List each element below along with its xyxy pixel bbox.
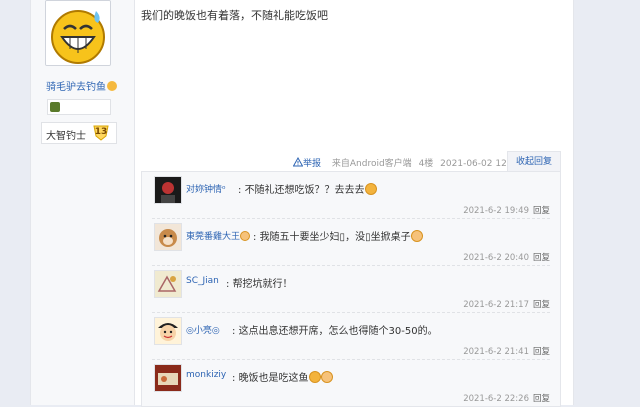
- level-name: 大智钓士: [46, 131, 86, 142]
- reply-avatar[interactable]: [154, 176, 182, 204]
- reply-item: SC_Jian : 帮挖坑就行！ 2021-6-2 21:17 回复: [152, 266, 550, 313]
- reply-avatar[interactable]: [154, 317, 182, 345]
- post-tail: 举报 来自Android客户端 4楼 2021-06-02 12:43: [293, 156, 525, 169]
- reply-text: : 晚饭也是吃这鱼: [232, 369, 333, 384]
- smile-emoji-icon: [410, 230, 423, 242]
- user-avatar-icon: [155, 177, 181, 203]
- drawing-avatar-icon: [155, 271, 181, 297]
- reply-avatar[interactable]: [154, 364, 182, 392]
- reply-username[interactable]: 東莞番雞大王: [186, 229, 251, 242]
- report-label[interactable]: 举报: [303, 159, 321, 169]
- reply-username[interactable]: monkiziy: [186, 370, 226, 380]
- reply-meta: 2021-6-2 20:40 回复: [463, 253, 550, 263]
- reply-avatar[interactable]: [154, 223, 182, 251]
- reply-meta: 2021-6-2 21:41 回复: [463, 347, 550, 357]
- reply-button[interactable]: 回复: [533, 253, 550, 263]
- reply-item: ◎小亮◎ : 这点出息还想开席，怎么也得随个30-50的。 2021-6-2 2…: [152, 313, 550, 360]
- badge-emoji-icon: [240, 231, 251, 241]
- reply-avatar[interactable]: [154, 270, 182, 298]
- reply-item: monkiziy : 晚饭也是吃这鱼 2021-6-2 22:26 回复: [152, 360, 550, 406]
- laughing-face-icon: [46, 1, 110, 65]
- level-number: 13: [94, 127, 108, 137]
- reply-item: 東莞番雞大王 : 我随五十要坐少妇▯，没▯坐掀桌子 2021-6-2 20:40…: [152, 219, 550, 266]
- author-level[interactable]: 大智钓士 13: [41, 122, 117, 144]
- report-link[interactable]: 举报: [293, 157, 328, 169]
- level-badge: 13: [92, 124, 110, 141]
- author-badge-bar: [47, 99, 111, 115]
- collapse-replies-button[interactable]: 收起回复: [507, 151, 561, 172]
- reply-button[interactable]: 回复: [533, 347, 550, 357]
- author-name[interactable]: 骑毛驴去钓鱼: [46, 78, 117, 93]
- post-source: 来自Android客户端: [331, 159, 412, 169]
- author-avatar[interactable]: [45, 0, 111, 66]
- post-floor-number: 4楼: [418, 159, 434, 169]
- dog-avatar-icon: [155, 224, 181, 250]
- reply-username[interactable]: SC_Jian: [186, 276, 219, 286]
- warning-icon: [293, 157, 303, 167]
- reply-button[interactable]: 回复: [533, 206, 550, 216]
- post-content: 我们的晚饭也有着落，不随礼能吃饭吧: [141, 9, 328, 22]
- reply-button[interactable]: 回复: [533, 300, 550, 310]
- reply-text: : 这点出息还想开席，怎么也得随个30-50的。: [232, 326, 438, 337]
- smile-emoji-icon: [364, 183, 377, 195]
- reply-text: : 帮挖坑就行！: [226, 279, 293, 290]
- reply-username[interactable]: ◎小亮◎: [186, 323, 220, 336]
- reply-text: : 不随礼还想吃饭？？去去去: [238, 181, 377, 196]
- reply-text: : 我随五十要坐少妇▯，没▯坐掀桌子: [253, 228, 423, 243]
- reply-meta: 2021-6-2 19:49 回复: [463, 206, 550, 216]
- author-sidebar: 骑毛驴去钓鱼 大智钓士 13: [31, 0, 135, 405]
- reply-meta: 2021-6-2 21:17 回复: [463, 300, 550, 310]
- reply-button[interactable]: 回复: [533, 394, 550, 404]
- post-floor: 骑毛驴去钓鱼 大智钓士 13 我们的晚饭也有着落，不随礼能吃饭吧 举报 来自An…: [30, 0, 574, 407]
- grin-emoji-icon: [320, 371, 333, 383]
- smile-emoji-icon: [308, 371, 321, 383]
- reply-item: 对妳钟情ᵒ : 不随礼还想吃饭？？去去去 2021-6-2 19:49 回复: [152, 172, 550, 219]
- reply-meta: 2021-6-2 22:26 回复: [463, 394, 550, 404]
- reply-list: 对妳钟情ᵒ : 不随礼还想吃饭？？去去去 2021-6-2 19:49 回复 東莞…: [141, 171, 561, 407]
- reply-username[interactable]: 对妳钟情ᵒ: [186, 182, 226, 195]
- emoji-icon: [107, 81, 117, 91]
- cartoon-avatar-icon: [155, 318, 181, 344]
- badge-icon: [50, 102, 60, 112]
- photo-avatar-icon: [155, 365, 181, 391]
